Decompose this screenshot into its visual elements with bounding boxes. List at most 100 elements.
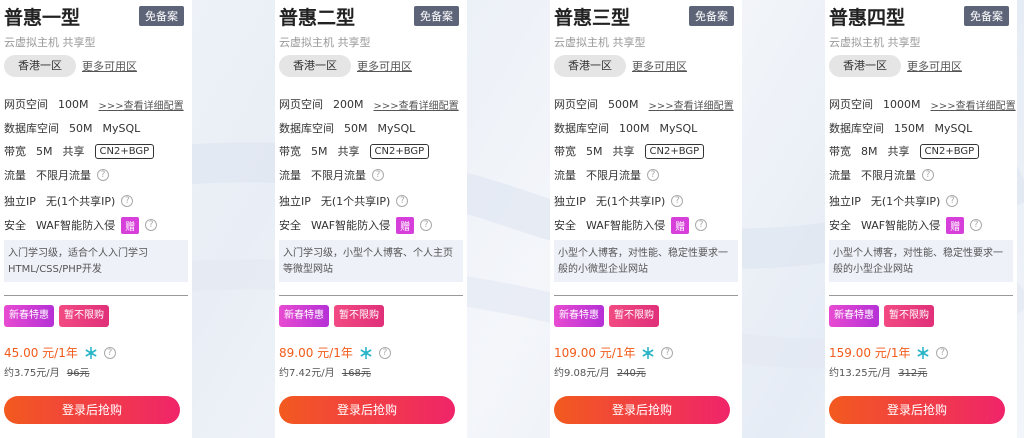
- plan-price: 89.00 元/1年: [279, 346, 353, 360]
- promo-tag-no-limit: 暂不限购: [334, 305, 384, 327]
- more-regions-link[interactable]: 更多可用区: [907, 58, 962, 74]
- original-price: 312元: [898, 368, 928, 379]
- plan-title: 普惠一型: [4, 7, 81, 29]
- region-selector[interactable]: 香港一区: [4, 55, 76, 77]
- help-icon[interactable]: ?: [936, 346, 949, 359]
- plan-subtitle: 云虚拟主机 共享型: [554, 36, 646, 49]
- promo-tag-no-limit: 暂不限购: [59, 305, 109, 327]
- help-icon[interactable]: ?: [372, 169, 384, 181]
- spec-label: 独立IP: [829, 195, 861, 208]
- view-details-link[interactable]: >>>查看详细配置: [931, 97, 1016, 112]
- spec-value: 共享: [887, 145, 910, 158]
- spec-label: 网页空间: [554, 98, 598, 111]
- help-icon[interactable]: ?: [671, 195, 684, 207]
- plan-description: 入门学习级，小型个人博客、个人主页等微型网站: [279, 240, 463, 282]
- spec-label: 安全: [279, 219, 301, 232]
- spec-traffic: 流量 不限月流量 ?: [4, 166, 109, 184]
- spec-ip: 独立IP 无(1个共享IP) ?: [554, 192, 684, 210]
- help-icon[interactable]: ?: [661, 346, 674, 359]
- login-to-buy-button[interactable]: 登录后抢购: [279, 396, 455, 424]
- region-selector[interactable]: 香港一区: [279, 55, 351, 77]
- spec-value: 50M: [344, 121, 368, 135]
- spec-value: 不限月流量: [36, 169, 91, 182]
- help-icon[interactable]: ?: [970, 219, 983, 231]
- spec-security: 安全 WAF智能防入侵 赠 ?: [4, 216, 158, 234]
- spec-value: 200M: [333, 97, 364, 111]
- spec-value: 无(1个共享IP): [870, 195, 941, 208]
- monthly-price-value: 约13.25元/月: [829, 368, 891, 379]
- spec-label: 数据库空间: [4, 122, 59, 135]
- plan-description: 小型个人博客，对性能、稳定性要求一般的小型企业网站: [829, 240, 1013, 282]
- help-icon[interactable]: ?: [378, 346, 391, 359]
- help-icon[interactable]: ?: [103, 346, 116, 359]
- login-to-buy-button[interactable]: 登录后抢购: [554, 396, 730, 424]
- help-icon[interactable]: ?: [647, 169, 659, 181]
- more-regions-link[interactable]: 更多可用区: [632, 58, 687, 74]
- spec-database: 数据库空间 150M MySQL: [829, 119, 982, 137]
- no-filing-badge: 免备案: [689, 6, 734, 26]
- spec-value: 不限月流量: [311, 169, 366, 182]
- login-to-buy-button[interactable]: 登录后抢购: [4, 396, 180, 424]
- monthly-price: 约3.75元/月 96元: [4, 364, 90, 379]
- help-icon[interactable]: ?: [695, 219, 708, 231]
- monthly-price: 约13.25元/月 312元: [829, 364, 927, 379]
- spec-value: 不限月流量: [586, 169, 641, 182]
- snowflake-icon: [917, 346, 930, 359]
- line-type-tag: CN2+BGP: [919, 143, 980, 159]
- help-icon[interactable]: ?: [946, 195, 959, 207]
- line-type-tag: CN2+BGP: [644, 143, 705, 159]
- spec-label: 网页空间: [4, 98, 48, 111]
- spec-web-space: 网页空间 500M >>>查看详细配置: [554, 95, 734, 113]
- monthly-price-value: 约7.42元/月: [279, 368, 335, 379]
- spec-label: 独立IP: [554, 195, 586, 208]
- divider: [554, 295, 738, 296]
- help-icon[interactable]: ?: [97, 169, 109, 181]
- help-icon[interactable]: ?: [396, 195, 409, 207]
- promo-tag-no-limit: 暂不限购: [884, 305, 934, 327]
- monthly-price-value: 约3.75元/月: [4, 368, 60, 379]
- spec-value: 无(1个共享IP): [45, 195, 116, 208]
- spec-value: 5M: [36, 144, 53, 158]
- spec-label: 安全: [554, 219, 576, 232]
- spec-security: 安全 WAF智能防入侵 赠 ?: [829, 216, 983, 234]
- spec-bandwidth: 带宽 5M 共享 CN2+BGP: [4, 142, 155, 160]
- monthly-price: 约9.08元/月 240元: [554, 364, 646, 379]
- spec-value: MySQL: [659, 121, 698, 135]
- spec-value: 150M: [894, 121, 925, 135]
- spec-label: 数据库空间: [279, 122, 334, 135]
- divider: [4, 295, 188, 296]
- view-details-link[interactable]: >>>查看详细配置: [99, 97, 184, 112]
- spec-value: 500M: [608, 97, 639, 111]
- region-selector[interactable]: 香港一区: [829, 55, 901, 77]
- gift-badge: 赠: [946, 216, 965, 234]
- spec-bandwidth: 带宽 5M 共享 CN2+BGP: [554, 142, 705, 160]
- plan-card: 普惠一型 免备案 云虚拟主机 共享型 香港一区 更多可用区 网页空间 100M …: [0, 0, 192, 438]
- spec-ip: 独立IP 无(1个共享IP) ?: [4, 192, 134, 210]
- spec-database: 数据库空间 50M MySQL: [4, 119, 150, 137]
- spec-value: 50M: [69, 121, 93, 135]
- help-icon[interactable]: ?: [420, 219, 433, 231]
- gift-badge: 赠: [671, 216, 690, 234]
- plan-price: 159.00 元/1年: [829, 346, 911, 360]
- promo-tag-spring: 新春特惠: [4, 305, 54, 327]
- spec-value: 共享: [612, 145, 635, 158]
- more-regions-link[interactable]: 更多可用区: [357, 58, 412, 74]
- more-regions-link[interactable]: 更多可用区: [82, 58, 137, 74]
- region-selector[interactable]: 香港一区: [554, 55, 626, 77]
- login-to-buy-button[interactable]: 登录后抢购: [829, 396, 1005, 424]
- snowflake-icon: [85, 346, 97, 359]
- promo-tag-spring: 新春特惠: [279, 305, 329, 327]
- plan-price: 45.00 元/1年: [4, 346, 78, 360]
- plan-card: 普惠三型 免备案 云虚拟主机 共享型 香港一区 更多可用区 网页空间 500M …: [550, 0, 742, 438]
- spec-database: 数据库空间 100M MySQL: [554, 119, 707, 137]
- spec-label: 流量: [554, 169, 576, 182]
- view-details-link[interactable]: >>>查看详细配置: [649, 97, 734, 112]
- monthly-price-value: 约9.08元/月: [554, 368, 610, 379]
- line-type-tag: CN2+BGP: [94, 143, 155, 159]
- help-icon[interactable]: ?: [922, 169, 934, 181]
- help-icon[interactable]: ?: [121, 195, 134, 207]
- help-icon[interactable]: ?: [145, 219, 158, 231]
- spec-label: 网页空间: [829, 98, 873, 111]
- view-details-link[interactable]: >>>查看详细配置: [374, 97, 459, 112]
- original-price: 96元: [66, 368, 90, 379]
